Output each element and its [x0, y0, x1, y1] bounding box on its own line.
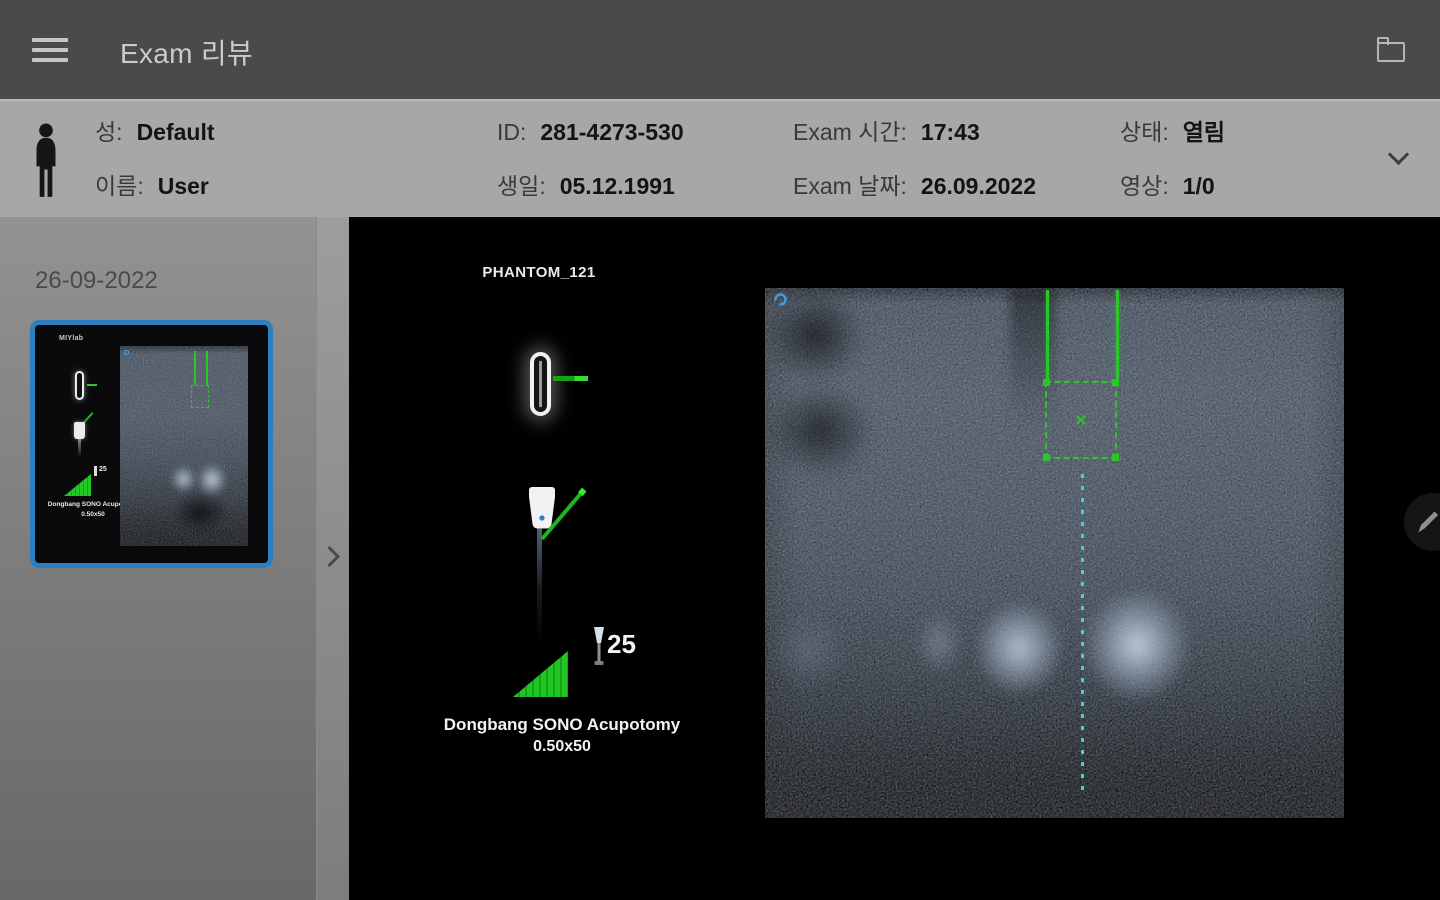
- faint-echo: [914, 610, 964, 676]
- target-x-marker: [1075, 413, 1087, 431]
- tgc-triangle-icon: [513, 651, 568, 697]
- menu-icon[interactable]: [32, 38, 68, 64]
- patient-icon: [32, 123, 60, 204]
- patient-name: 이름:User: [95, 167, 209, 205]
- sidebar-date-header: 26-09-2022: [35, 267, 158, 295]
- page-title: Exam 리뷰: [120, 32, 253, 72]
- faint-echo: [769, 610, 849, 690]
- needle-direction-indicator: [553, 376, 588, 381]
- image-viewer: PHANTOM_121 25 Dongbang SONO Acupotomy 0…: [349, 217, 1440, 900]
- exam-status: 상태:열림: [1120, 113, 1225, 151]
- phantom-label: PHANTOM_121: [471, 264, 607, 281]
- centerline-dotted-marker: [1081, 474, 1084, 790]
- image-count: 영상:1/0: [1120, 167, 1215, 205]
- patient-birthdate: 생일:05.12.1991: [497, 167, 675, 205]
- chevron-down-icon[interactable]: [1388, 144, 1409, 165]
- thumbnail-probe-icon: [74, 422, 85, 439]
- patient-info-bar: 성:Default 이름:User ID:281-4273-530 생일:05.…: [0, 99, 1440, 217]
- exam-image-thumbnail[interactable]: MIYlab 25 Dongbang SONO Acupotomy 0.50x5…: [30, 320, 273, 568]
- chevron-right-icon[interactable]: [319, 546, 340, 567]
- capsule-probe-icon: [530, 352, 551, 416]
- ultrasound-beam: [537, 528, 542, 642]
- orientation-marker-icon: [773, 291, 788, 311]
- patient-surname: 성:Default: [95, 113, 215, 151]
- thumbnail-roi-box: [191, 385, 209, 408]
- thumbnail-gauge-icon: [94, 466, 97, 476]
- edit-button[interactable]: [1404, 493, 1440, 551]
- device-size: 0.50x50: [412, 738, 712, 756]
- thumbnail-beam: [78, 439, 81, 457]
- hyperechoic-lesion: [974, 600, 1064, 696]
- thumbnail-sidebar: 26-09-2022 MIYlab 25 Dongbang SONO Acupo…: [0, 217, 316, 900]
- thumbnail-orientation-marker: [124, 350, 129, 355]
- needle-guide-line-right: [1116, 290, 1119, 382]
- ultrasound-image[interactable]: [765, 288, 1344, 818]
- thumbnail-gauge-value: 25: [99, 466, 107, 473]
- needle-gauge-icon: [590, 625, 608, 674]
- content-area: 26-09-2022 MIYlab 25 Dongbang SONO Acupo…: [0, 217, 1440, 900]
- thumbnail-ultrasound: [120, 346, 248, 546]
- top-app-bar: Exam 리뷰: [0, 0, 1440, 99]
- thumbnail-needle-indicator: [87, 384, 97, 386]
- thumbnail-guide-line: [206, 351, 208, 385]
- acoustic-shadow: [765, 383, 875, 478]
- exam-date: Exam 날짜:26.09.2022: [793, 167, 1036, 205]
- thumbnail-capsule-icon: [75, 371, 84, 400]
- thumbnail-lesion: [170, 465, 197, 493]
- exam-review-screen: { "app": { "title": "Exam 리뷰" }, "patien…: [0, 0, 1440, 900]
- needle-gauge-value: 25: [607, 629, 636, 660]
- hyperechoic-lesion: [1082, 587, 1192, 703]
- device-name: Dongbang SONO Acupotomy: [412, 715, 712, 735]
- patient-id: ID:281-4273-530: [497, 113, 684, 151]
- thumbnail-logo: MIYlab: [59, 335, 83, 342]
- thumbnail-guide-line: [194, 351, 196, 385]
- exam-time: Exam 시간:17:43: [793, 113, 980, 151]
- sidebar-collapse-handle[interactable]: [316, 217, 349, 900]
- thumbnail-tgc-triangle: [64, 474, 91, 496]
- folder-icon[interactable]: [1376, 36, 1408, 64]
- needle-guide-line-left: [1046, 290, 1049, 382]
- thumbnail-shadow: [172, 492, 228, 532]
